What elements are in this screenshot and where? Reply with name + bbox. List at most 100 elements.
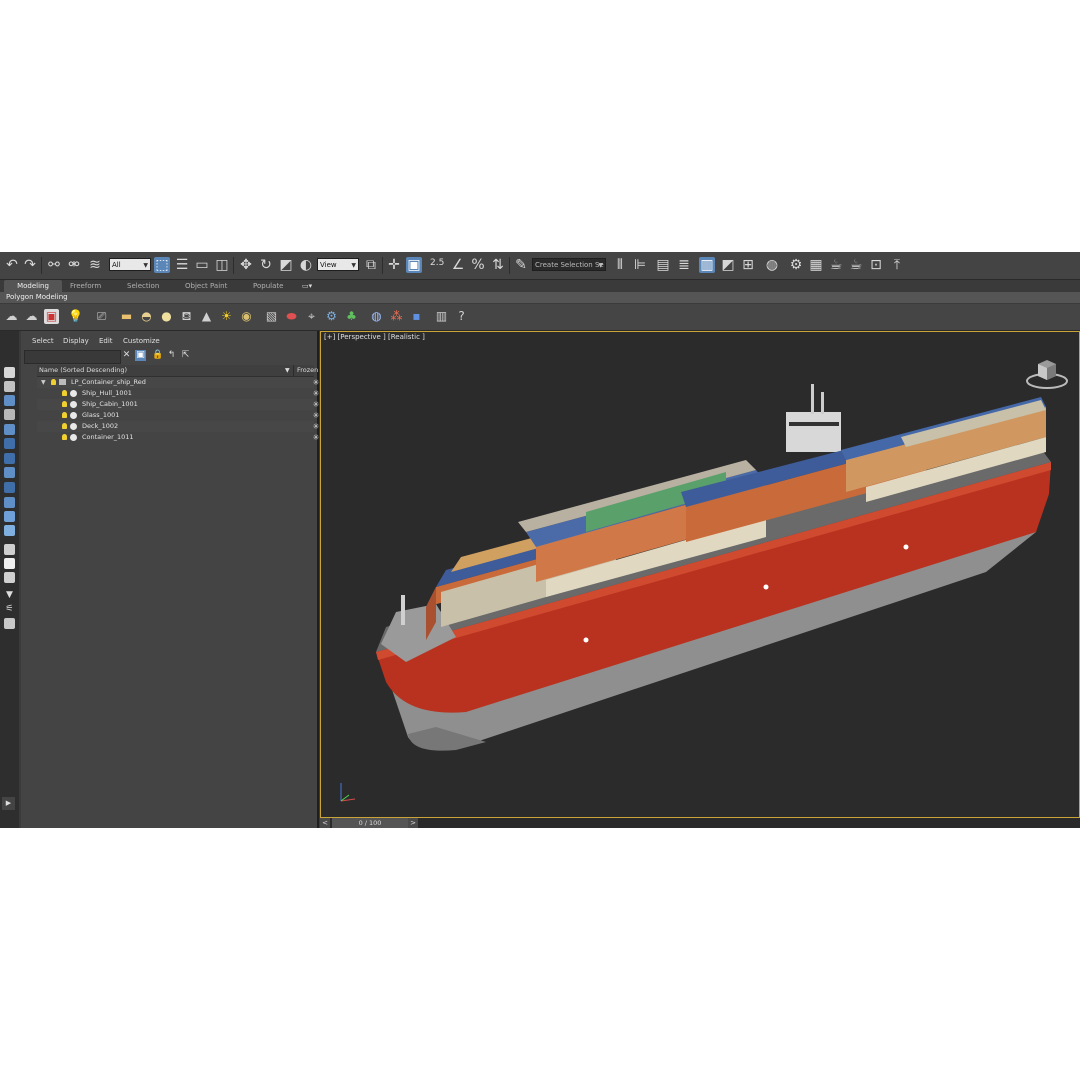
render-production-icon[interactable]: ☕ [828, 257, 844, 273]
display-frozen-icon[interactable] [4, 544, 15, 555]
rendered-frame-window-icon[interactable]: ▦ [808, 257, 824, 273]
reference-coordinate-dropdown[interactable]: View ▼ [317, 258, 359, 271]
tab-populate[interactable]: Populate [253, 280, 283, 292]
select-by-name-icon[interactable]: ☰ [174, 257, 190, 273]
display-lights-icon[interactable] [4, 424, 15, 435]
tree-row-object[interactable]: Ship_Cabin_1001 ✳ [37, 399, 319, 410]
sphere-icon[interactable]: ● [159, 309, 174, 324]
material-editor-icon[interactable]: ◍ [764, 257, 780, 273]
toggle-layer-explorer-icon[interactable]: ≣ [676, 257, 692, 273]
snap-toggle[interactable]: 2.5 [430, 258, 444, 268]
display-selected-icon[interactable] [4, 572, 15, 583]
undo-icon[interactable]: ↶ [4, 257, 20, 273]
visibility-bulb-icon[interactable] [62, 434, 67, 440]
rotate-icon[interactable]: ↻ [258, 257, 274, 273]
visibility-bulb-icon[interactable] [62, 390, 67, 396]
filter-icon[interactable]: ▼ [4, 590, 15, 601]
display-xrefs-icon[interactable] [4, 497, 15, 508]
display-geometry-icon[interactable] [4, 395, 15, 406]
angle-snap-icon[interactable]: ∠ [450, 257, 466, 273]
redo-icon[interactable]: ↷ [22, 257, 38, 273]
tree-row-object[interactable]: Container_1011 ✳ [37, 432, 319, 443]
light-icon[interactable]: 💡 [68, 309, 83, 324]
menu-customize[interactable]: Customize [123, 335, 160, 347]
explorer-search-input[interactable] [24, 350, 121, 364]
plant-icon[interactable]: ♣ [344, 309, 359, 324]
toggle-scene-explorer-icon[interactable]: ▤ [655, 257, 671, 273]
clear-search-icon[interactable]: ✕ [121, 350, 132, 361]
tree-row-object[interactable]: Glass_1001 ✳ [37, 410, 319, 421]
named-selection-set-dropdown[interactable]: Create Selection Se ▼ [532, 258, 606, 271]
box-icon[interactable]: ▬ [119, 309, 134, 324]
column-name[interactable]: Name (Sorted Descending) [39, 365, 127, 376]
render-in-cloud-icon[interactable]: ⊡ [868, 257, 884, 273]
percent-snap-icon[interactable]: % [470, 257, 486, 273]
select-manipulate-icon[interactable]: ✛ [386, 257, 402, 273]
perspective-viewport[interactable]: [+] [Perspective ] [Realistic ] [320, 331, 1080, 818]
tab-object-paint[interactable]: Object Paint [185, 280, 227, 292]
tree-row-root[interactable]: ▼ LP_Container_ship_Red ✳ [37, 377, 319, 388]
tab-freeform[interactable]: Freeform [70, 280, 101, 292]
filter-settings-icon[interactable]: ⚟ [4, 604, 15, 615]
spinner-snap-icon[interactable]: ⇅ [490, 257, 506, 273]
hemisphere-icon[interactable]: ◓ [139, 309, 154, 324]
curve-editor-icon[interactable]: ◩ [720, 257, 736, 273]
visibility-bulb-icon[interactable] [62, 401, 67, 407]
render-setup-icon[interactable]: ⚙ [788, 257, 804, 273]
visibility-bulb-icon[interactable] [51, 379, 56, 385]
menu-display[interactable]: Display [63, 335, 89, 347]
capsule-icon[interactable]: ⬬ [284, 309, 299, 324]
visibility-bulb-icon[interactable] [62, 423, 67, 429]
move-icon[interactable]: ✥ [238, 257, 254, 273]
bind-space-warp-icon[interactable]: ≋ [87, 257, 103, 273]
visibility-bulb-icon[interactable] [62, 412, 67, 418]
select-object-icon[interactable]: ⬚ [154, 257, 170, 273]
display-all-icon[interactable] [4, 381, 15, 392]
tab-selection[interactable]: Selection [127, 280, 159, 292]
window-crossing-icon[interactable]: ◫ [214, 257, 230, 273]
lock-icon[interactable]: 🔒 [152, 350, 163, 361]
edit-named-selection-icon[interactable]: ✎ [513, 257, 529, 273]
align-icon[interactable]: ⊫ [632, 257, 648, 273]
teapot-icon[interactable]: ☁ [4, 309, 19, 324]
place-icon[interactable]: ◐ [298, 257, 314, 273]
sun-icon[interactable]: ☀ [219, 309, 234, 324]
column-frozen[interactable]: Frozen [293, 365, 318, 376]
rectangular-selection-icon[interactable]: ▭ [194, 257, 210, 273]
display-cameras-icon[interactable] [4, 438, 15, 449]
expand-panel-icon[interactable]: ▶ [2, 797, 15, 810]
next-frame-button[interactable]: > [408, 818, 418, 828]
select-children-icon[interactable]: ▣ [135, 350, 146, 361]
scale-icon[interactable]: ◩ [278, 257, 294, 273]
object-info-icon[interactable]: ▥ [434, 309, 449, 324]
toggle-ribbon-icon[interactable]: ▥ [699, 257, 715, 273]
link-icon[interactable]: ⚯ [46, 257, 62, 273]
display-shapes-icon[interactable] [4, 409, 15, 420]
tree-row-object[interactable]: Deck_1002 ✳ [37, 421, 319, 432]
menu-edit[interactable]: Edit [99, 335, 113, 347]
display-bones-icon[interactable] [4, 511, 15, 522]
a360-gallery-icon[interactable]: ⤒ [889, 257, 905, 273]
selection-filter-dropdown[interactable]: All ▼ [109, 258, 151, 271]
help-icon[interactable]: ? [454, 309, 469, 324]
polygon-modeling-label[interactable]: Polygon Modeling [6, 292, 68, 303]
display-groups-icon[interactable] [4, 482, 15, 493]
blocks-icon[interactable]: ▪ [409, 309, 424, 324]
display-containers-icon[interactable] [4, 525, 15, 536]
cone-icon[interactable]: ▲ [199, 309, 214, 324]
time-slider[interactable]: < 0 / 100 > [320, 818, 1080, 828]
camera-icon[interactable]: ⎚ [94, 309, 109, 324]
tree-row-object[interactable]: Ship_Hull_1001 ✳ [37, 388, 319, 399]
collapse-arrow-icon[interactable]: ▼ [41, 377, 46, 388]
unlink-icon[interactable]: ⚮ [66, 257, 82, 273]
ribbon-options-icon[interactable]: ▭▾ [302, 280, 312, 292]
tab-modeling[interactable]: Modeling [4, 280, 62, 292]
select-dependents-icon[interactable]: ↰ [166, 350, 177, 361]
display-helpers-icon[interactable] [4, 453, 15, 464]
display-hidden-icon[interactable] [4, 558, 15, 569]
image-icon[interactable]: ▣ [44, 309, 59, 324]
time-slider-thumb[interactable]: 0 / 100 [332, 818, 408, 828]
display-none-icon[interactable] [4, 367, 15, 378]
grid-pattern-icon[interactable]: ▧ [264, 309, 279, 324]
viewport-label[interactable]: [+] [Perspective ] [Realistic ] [324, 333, 425, 341]
